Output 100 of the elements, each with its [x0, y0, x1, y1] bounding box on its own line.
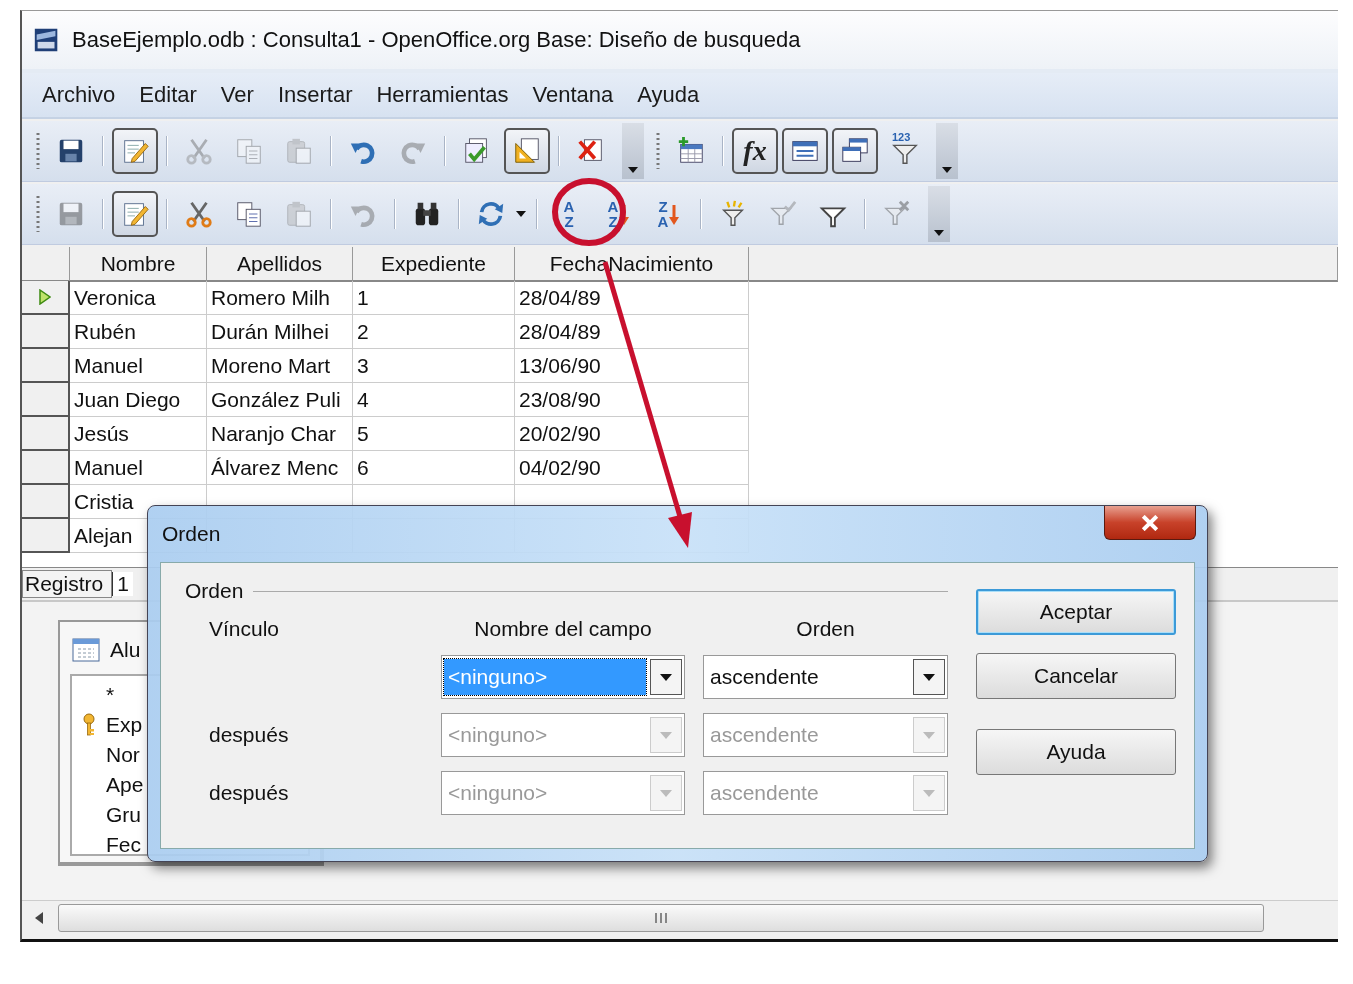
set-square-icon — [512, 136, 542, 166]
caret-icon — [942, 167, 952, 173]
dropdown-field[interactable]: ascendente — [703, 655, 948, 699]
left-arrow-icon — [35, 912, 43, 924]
field-item[interactable]: Nor — [106, 743, 140, 767]
current-row-icon — [39, 289, 51, 305]
record-number-field[interactable]: 1 — [112, 572, 133, 596]
down-arrow-icon — [668, 203, 681, 225]
key-icon — [82, 713, 96, 737]
table-cell: Rubén — [70, 315, 207, 349]
grip-icon — [654, 913, 668, 923]
toolbar-button[interactable]: fx — [732, 128, 778, 174]
row-header[interactable] — [22, 417, 70, 451]
caret-icon — [628, 167, 638, 173]
menu-item[interactable]: Insertar — [265, 82, 365, 108]
menu-item[interactable]: Herramientas — [364, 82, 521, 108]
toolbar-button[interactable] — [112, 191, 158, 237]
toolbar-button[interactable] — [832, 128, 878, 174]
row-header[interactable] — [22, 383, 70, 417]
row-header[interactable] — [22, 349, 70, 383]
menu-item[interactable]: Ventana — [520, 82, 626, 108]
menu-item[interactable]: Editar — [127, 82, 209, 108]
overflow-button[interactable] — [928, 186, 950, 242]
table-cell: 13/06/90 — [515, 349, 749, 383]
menu-item[interactable]: Archivo — [30, 82, 128, 108]
close-button[interactable] — [1104, 506, 1196, 540]
close-icon — [1141, 514, 1159, 531]
field-item[interactable]: Ape — [106, 773, 144, 797]
dialog-button[interactable]: Aceptar — [976, 589, 1176, 635]
toolbar-button[interactable]: A Z — [546, 191, 592, 237]
table-cell: 3 — [353, 349, 515, 383]
table-cell: González Puli — [207, 383, 353, 417]
caret-icon — [923, 789, 935, 797]
toolbar-grip[interactable] — [656, 131, 660, 171]
refresh-icon — [476, 199, 506, 229]
table-cell: Naranjo Char — [207, 417, 353, 451]
row-header[interactable] — [22, 281, 70, 315]
table-cell: Manuel — [70, 349, 207, 383]
group-label: Orden — [185, 579, 244, 603]
row-header[interactable] — [22, 485, 70, 519]
toolbar-grip[interactable] — [36, 131, 40, 171]
column-label: Orden — [796, 617, 855, 640]
row-header[interactable] — [22, 451, 70, 485]
toolbar-button[interactable] — [504, 128, 550, 174]
menu-item[interactable]: Ver — [208, 82, 266, 108]
caret-icon — [923, 673, 935, 681]
table-cell: 04/02/90 — [515, 451, 749, 485]
table-cell: 28/04/89 — [515, 281, 749, 315]
table-cell: 5 — [353, 417, 515, 451]
toolbar-grip[interactable] — [36, 194, 40, 234]
column-header[interactable]: Nombre — [70, 247, 207, 282]
row-label: después — [209, 723, 289, 746]
field-item[interactable]: Exp — [106, 713, 143, 737]
copy-icon — [234, 136, 264, 166]
copy-icon — [234, 199, 264, 229]
field-item[interactable]: Gru — [106, 803, 141, 827]
table-plus-icon — [676, 136, 706, 166]
toolbar-button[interactable]: 123 — [882, 128, 928, 174]
table-icon — [72, 638, 100, 662]
caret-icon — [516, 211, 526, 217]
table-cell: Manuel — [70, 451, 207, 485]
toolbar-button[interactable]: A Z — [596, 191, 642, 237]
corner-header[interactable] — [22, 247, 70, 282]
window-title: BaseEjemplo.odb : Consulta1 - OpenOffice.org Base: Diseño de busqueda — [72, 27, 801, 53]
column-header[interactable]: Expediente — [353, 247, 515, 282]
dialog-button[interactable]: Cancelar — [976, 653, 1176, 699]
caret-icon — [660, 731, 672, 739]
column-label: Vínculo — [209, 617, 280, 640]
caret-icon — [660, 673, 672, 681]
column-header[interactable]: FechaNacimiento — [515, 247, 749, 282]
clipboard-icon — [284, 136, 314, 166]
table-cell: Veronica — [70, 281, 207, 315]
table-cell: Romero Milh — [207, 281, 353, 315]
table-cell: 6 — [353, 451, 515, 485]
table-cell: Jesús — [70, 417, 207, 451]
toolbar-button[interactable] — [112, 128, 158, 174]
toolbar-button[interactable]: Z A — [646, 191, 692, 237]
scissors-icon — [184, 199, 214, 229]
table-cell: Álvarez Menc — [207, 451, 353, 485]
scrollbar-thumb[interactable] — [58, 904, 1264, 932]
table-cell: 23/08/90 — [515, 383, 749, 417]
caret-icon — [934, 230, 944, 236]
field-item[interactable]: * — [106, 683, 115, 707]
caret-icon — [660, 789, 672, 797]
row-label: después — [209, 781, 289, 804]
toolbar-button[interactable] — [782, 128, 828, 174]
record-label: Registro — [22, 570, 113, 598]
field-item[interactable]: Fec — [106, 833, 141, 857]
clipboard-icon — [284, 199, 314, 229]
dialog-button[interactable]: Ayuda — [976, 729, 1176, 775]
row-header[interactable] — [22, 519, 70, 553]
column-header[interactable]: Apellidos — [207, 247, 353, 282]
overflow-button[interactable] — [622, 123, 644, 179]
row-header[interactable] — [22, 315, 70, 349]
overflow-button[interactable] — [936, 123, 958, 179]
table-cell: 4 — [353, 383, 515, 417]
scissors-icon — [184, 136, 214, 166]
table-name: Alu — [110, 638, 141, 662]
column-label: Nombre del campo — [474, 617, 652, 640]
menu-item[interactable]: Ayuda — [625, 82, 712, 108]
